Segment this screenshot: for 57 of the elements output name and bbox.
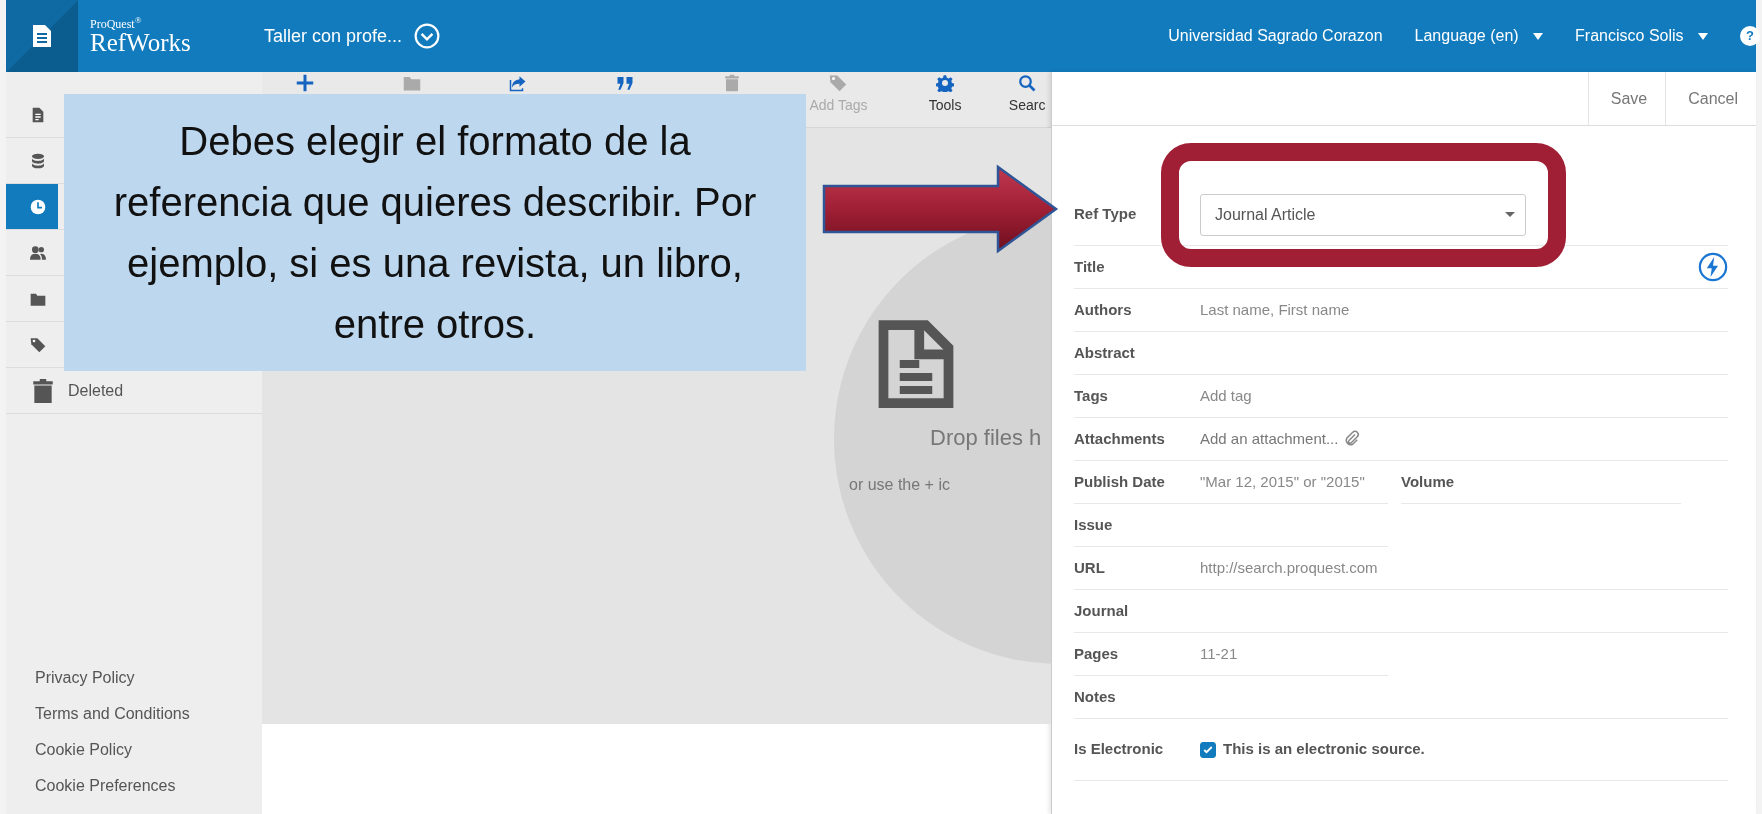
field-label: Is Electronic: [1074, 739, 1165, 760]
footer-link[interactable]: Cookie Policy: [35, 738, 262, 762]
field-label: Publish Date: [1074, 471, 1166, 492]
toolbar-button[interactable]: Searc: [1008, 72, 1046, 116]
drop-hint: or use the + ic: [849, 475, 950, 495]
footer-link[interactable]: Cookie Preferences: [35, 774, 262, 798]
project-name[interactable]: Taller con profe...: [264, 22, 403, 50]
ref-type-dropdown[interactable]: Journal Article: [1200, 193, 1526, 236]
field-label: Journal: [1074, 600, 1130, 621]
trash-icon: [30, 377, 56, 404]
share-icon: [509, 74, 528, 92]
brand-subtitle: ProQuest$^{®}$: [90, 17, 143, 30]
field-label: Abstract: [1074, 342, 1136, 363]
sidebar-item[interactable]: Deleted: [6, 368, 262, 413]
input-field[interactable]: Last name, First name: [1200, 298, 1728, 322]
panel-button[interactable]: Save: [1587, 72, 1666, 125]
checkbox[interactable]: [1200, 741, 1216, 758]
field-label: Attachments: [1074, 428, 1166, 449]
tag-icon: [829, 74, 848, 92]
field-label: Issue: [1074, 514, 1114, 535]
chevron-down-icon[interactable]: [414, 23, 441, 49]
trash-icon: [722, 74, 741, 92]
institution-name: Universidad Sagrado Corazon: [1168, 26, 1383, 46]
input-field[interactable]: "Mar 12, 2015" or "2015": [1200, 470, 1388, 494]
plus-icon: [296, 74, 314, 92]
field-label: URL: [1074, 557, 1106, 578]
search-icon: [1018, 74, 1037, 92]
header-menu[interactable]: Francisco Solis: [1575, 24, 1708, 48]
field-label: Pages: [1074, 643, 1120, 664]
field-label: Ref Type: [1074, 204, 1138, 225]
paperclip-icon[interactable]: [1343, 430, 1362, 448]
field-label: Title: [1074, 256, 1106, 277]
toolbar-button[interactable]: Tools: [928, 72, 962, 116]
footer-link[interactable]: Terms and Conditions: [35, 702, 262, 726]
field-label: Volume: [1401, 471, 1456, 492]
document-icon: [30, 22, 54, 50]
field-label: Tags: [1074, 385, 1109, 406]
input-field[interactable]: http://search.proquest.com: [1200, 556, 1728, 580]
callout: Debes elegir el formato de la referencia que quieres describir. Por ejemplo, si es una revista, un libro, entre otros.: [64, 94, 806, 371]
help-icon[interactable]: ?: [1740, 26, 1760, 46]
toolbar-button[interactable]: [296, 72, 314, 92]
sidebar-item[interactable]: [6, 184, 58, 229]
document-icon: [877, 318, 955, 410]
field-label: Authors: [1074, 299, 1133, 320]
drop-title: Drop files h: [930, 424, 1042, 452]
checkbox-label: This is an electronic source.: [1223, 739, 1425, 760]
footer-link[interactable]: Privacy Policy: [35, 666, 262, 690]
folder-icon: [402, 74, 421, 92]
panel-button[interactable]: Cancel: [1665, 72, 1756, 125]
header-menu[interactable]: Language (en): [1414, 24, 1544, 48]
field-label: Notes: [1074, 686, 1117, 707]
lightning-icon[interactable]: [1698, 252, 1728, 282]
attachment-link[interactable]: Add an attachment...: [1200, 427, 1339, 451]
quote-icon: [616, 74, 635, 92]
input-field[interactable]: Add tag: [1200, 384, 1728, 408]
brand-name: RefWorks: [90, 29, 192, 55]
input-field[interactable]: 11-21: [1200, 642, 1388, 666]
